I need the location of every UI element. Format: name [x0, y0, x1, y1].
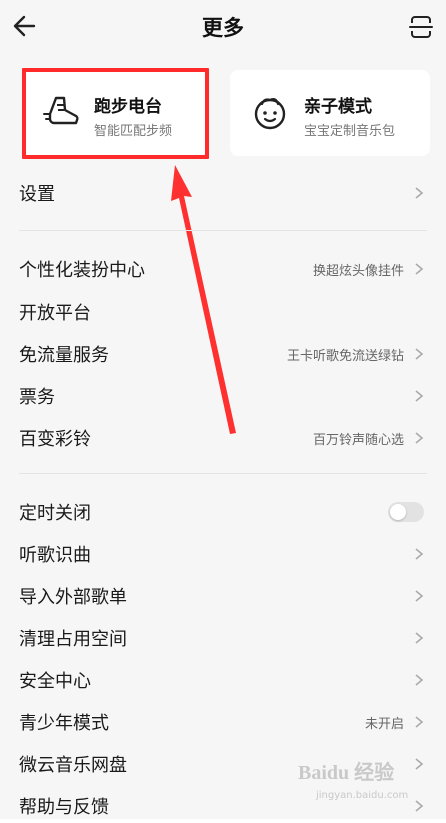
running-shoe-icon — [42, 92, 82, 132]
bottom-edge — [0, 819, 446, 823]
kids-mode-title: 亲子模式 — [304, 97, 372, 117]
chevron-right-icon — [415, 348, 424, 360]
menu-item-label: 免流量服务 — [19, 345, 109, 366]
menu-item-free-data[interactable]: 免流量服务 王卡听歌免流送绿钻 — [0, 333, 446, 375]
menu-item-clean-storage[interactable]: 清理占用空间 — [0, 617, 446, 659]
kids-mode-card[interactable]: 亲子模式 宝宝定制音乐包 — [230, 70, 430, 156]
menu-item-settings[interactable]: 设置 — [0, 172, 446, 214]
menu-item-cloud-disk[interactable]: 微云音乐网盘 — [0, 743, 446, 785]
chevron-right-icon — [415, 716, 424, 728]
menu-item-hint: 换超炫头像挂件 — [312, 264, 404, 279]
menu-item-label: 帮助与反馈 — [19, 797, 109, 818]
running-radio-subtitle: 智能匹配步频 — [94, 124, 173, 139]
menu-item-tickets[interactable]: 票务 — [0, 375, 446, 417]
running-radio-card[interactable]: 跑步电台 智能匹配步频 — [22, 70, 207, 156]
menu-item-song-recognition[interactable]: 听歌识曲 — [0, 533, 446, 575]
chevron-right-icon — [415, 800, 424, 812]
menu-item-open-platform[interactable]: 开放平台 — [0, 291, 446, 333]
menu-item-label: 听歌识曲 — [19, 545, 91, 566]
baby-face-icon — [250, 92, 290, 132]
scan-icon[interactable] — [408, 14, 434, 40]
toggle-knob — [390, 504, 406, 520]
menu-item-label: 导入外部歌单 — [19, 587, 127, 608]
menu-item-hint: 百万铃声随心选 — [312, 433, 404, 448]
chevron-right-icon — [415, 674, 424, 686]
page-title: 更多 — [202, 16, 244, 40]
menu-item-label: 票务 — [19, 387, 55, 408]
menu-item-hint: 未开启 — [364, 717, 404, 732]
chevron-right-icon — [415, 263, 424, 275]
chevron-right-icon — [415, 758, 424, 770]
divider — [19, 473, 427, 474]
menu-item-import-playlist[interactable]: 导入外部歌单 — [0, 575, 446, 617]
chevron-right-icon — [415, 590, 424, 602]
chevron-right-icon — [415, 187, 424, 199]
chevron-right-icon — [415, 632, 424, 644]
sleep-timer-toggle[interactable] — [388, 502, 424, 522]
menu-item-label: 设置 — [19, 184, 55, 205]
menu-item-personalization[interactable]: 个性化装扮中心 换超炫头像挂件 — [0, 248, 446, 290]
kids-mode-subtitle: 宝宝定制音乐包 — [304, 124, 396, 139]
menu-item-label: 清理占用空间 — [19, 629, 127, 650]
chevron-right-icon — [415, 390, 424, 402]
running-radio-title: 跑步电台 — [94, 97, 162, 117]
menu-item-teen-mode[interactable]: 青少年模式 未开启 — [0, 701, 446, 743]
header-bar: 更多 — [0, 0, 446, 56]
menu-item-label: 百变彩铃 — [19, 429, 91, 450]
menu-item-ringtone[interactable]: 百变彩铃 百万铃声随心选 — [0, 417, 446, 459]
divider — [19, 230, 427, 231]
menu-item-sleep-timer[interactable]: 定时关闭 — [0, 491, 446, 533]
chevron-right-icon — [415, 432, 424, 444]
menu-item-label: 微云音乐网盘 — [19, 755, 127, 776]
menu-item-label: 定时关闭 — [19, 503, 91, 524]
chevron-right-icon — [415, 548, 424, 560]
menu-item-label: 开放平台 — [19, 303, 91, 324]
menu-item-label: 个性化装扮中心 — [19, 260, 145, 281]
menu-item-hint: 王卡听歌免流送绿钻 — [286, 349, 404, 364]
menu-item-help-feedback[interactable]: 帮助与反馈 — [0, 785, 446, 823]
menu-item-security-center[interactable]: 安全中心 — [0, 659, 446, 701]
menu-item-label: 安全中心 — [19, 671, 91, 692]
menu-item-label: 青少年模式 — [19, 713, 109, 734]
